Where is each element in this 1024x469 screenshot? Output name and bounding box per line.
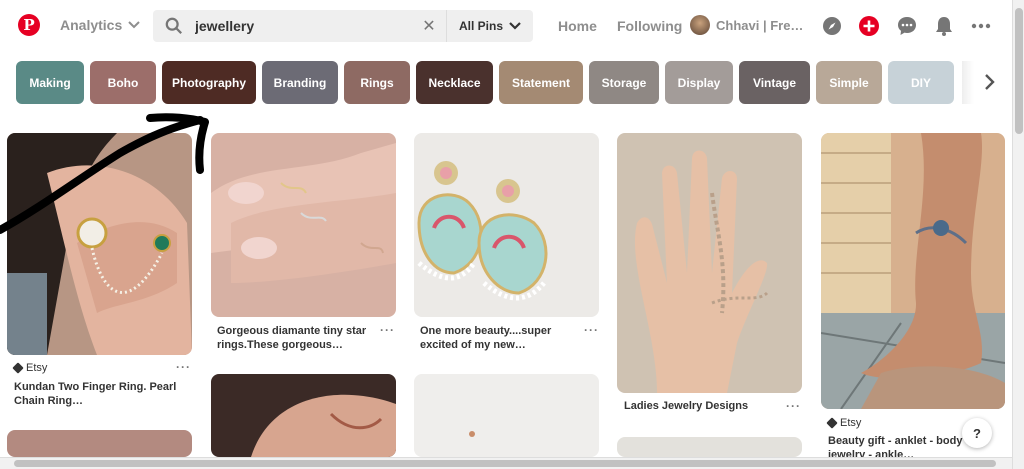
chip-photography[interactable]: Photography [162,61,256,104]
chip-simple[interactable]: Simple [816,61,882,104]
chip-label: Storage [601,75,647,90]
bell-icon[interactable] [933,15,955,37]
star-rings-photo [211,133,396,317]
pin-more-button[interactable]: ··· [584,323,599,337]
more-icon[interactable] [970,15,992,37]
chip-overflow-fade [962,61,974,104]
pin-image-hand-jewelry[interactable] [617,133,802,393]
pin-source-label: Etsy [840,417,862,429]
profile-name: Chhavi | Fre… [716,17,804,33]
tag-icon [12,362,24,374]
pin-image-anklet[interactable] [821,133,1005,409]
pin-more-button[interactable]: ··· [176,360,191,374]
compass-icon[interactable] [821,15,843,37]
search-bar: ✕ All Pins [153,10,533,42]
pin-title-line: One more beauty....super [420,325,552,337]
chip-label: Statement [512,75,571,90]
chip-vintage[interactable]: Vintage [739,61,810,104]
vertical-scrollbar[interactable] [1012,0,1024,469]
nav-home[interactable]: Home [558,18,597,34]
pin-image-partial[interactable] [414,374,599,457]
add-icon[interactable] [858,15,880,37]
chip-label: DIY [910,75,931,90]
pin-title-line: rings.These gorgeous… [217,339,343,351]
pin-title[interactable]: Ladies Jewelry Designs [624,399,774,413]
scrollbar-thumb[interactable] [14,460,996,467]
chip-statement[interactable]: Statement [499,61,583,104]
necklace-photo [211,374,396,457]
pin-title-line: Chain Ring… [14,395,84,407]
chip-label: Branding [273,75,327,90]
chip-label: Display [677,75,721,90]
search-scope-dropdown[interactable]: All Pins [445,10,533,42]
search-icon [165,17,182,34]
pin-title[interactable]: Kundan Two Finger Ring. Pearl Chain Ring… [14,380,184,408]
pin-title-line: Gorgeous diamante tiny star [217,325,367,337]
horizontal-scrollbar[interactable] [0,457,1012,469]
help-button[interactable]: ? [962,418,992,448]
pin-image-necklace-partial[interactable] [211,374,396,457]
guided-search-chips: Making Boho Photography Branding Rings N… [16,61,954,105]
chip-label: Necklace [428,75,481,90]
annotation-arrow [0,113,209,234]
analytics-menu[interactable]: Analytics [60,17,140,33]
pin-source[interactable]: Etsy [12,362,48,374]
pinterest-logo[interactable]: P [18,14,40,36]
chip-branding[interactable]: Branding [262,61,338,104]
tag-icon [826,417,838,429]
chip-label: Simple [829,75,869,90]
pin-title-line: excited of my new… [420,339,526,351]
chip-label: Vintage [752,75,797,90]
chip-storage[interactable]: Storage [589,61,659,104]
pin-more-button[interactable]: ··· [786,399,801,413]
search-scope-label: All Pins [458,19,503,33]
scrollbar-thumb[interactable] [1015,8,1023,134]
avatar [690,15,710,35]
jewelry-photo [469,431,475,437]
pin-source[interactable]: Etsy [826,417,862,429]
chat-icon[interactable] [896,15,918,37]
hand-jewelry-photo [617,133,802,393]
clear-search-icon[interactable]: ✕ [418,16,440,36]
profile-link[interactable]: Chhavi | Fre… [690,15,803,35]
pin-title-line: Ladies Jewelry Designs [624,400,749,412]
chevron-down-icon [509,22,521,30]
nav-following[interactable]: Following [617,18,682,34]
chip-boho[interactable]: Boho [90,61,156,104]
pin-more-button[interactable]: ··· [380,323,395,337]
anklet-photo [821,133,1005,409]
pin-image-partial[interactable] [617,437,802,457]
pin-image-star-rings[interactable] [211,133,396,317]
chip-label: Photography [172,75,246,90]
chip-making[interactable]: Making [16,61,84,104]
earrings-photo [414,133,599,317]
chip-diy[interactable]: DIY [888,61,954,104]
pin-image-partial[interactable] [7,430,192,457]
analytics-label: Analytics [60,17,123,33]
pin-title[interactable]: Gorgeous diamante tiny star rings.These … [217,324,382,352]
chip-necklace[interactable]: Necklace [416,61,493,104]
chip-label: Making [29,75,71,90]
pin-title-line: Beauty gift - anklet - body [828,435,963,447]
pin-source-label: Etsy [26,362,48,374]
search-input[interactable] [195,18,418,34]
chip-rings[interactable]: Rings [344,61,410,104]
chip-label: Boho [107,75,139,90]
pin-title[interactable]: One more beauty....super excited of my n… [420,324,585,352]
top-header: P Analytics ✕ All Pins Home Following Ch… [0,0,1012,52]
pinterest-page: P Analytics ✕ All Pins Home Following Ch… [0,0,1024,469]
chevron-right-icon[interactable] [980,72,998,92]
pin-image-earrings[interactable] [414,133,599,317]
chip-display[interactable]: Display [665,61,733,104]
chevron-down-icon [128,21,140,29]
pin-title-line: Kundan Two Finger Ring. Pearl [14,381,177,393]
chip-label: Rings [360,75,394,90]
